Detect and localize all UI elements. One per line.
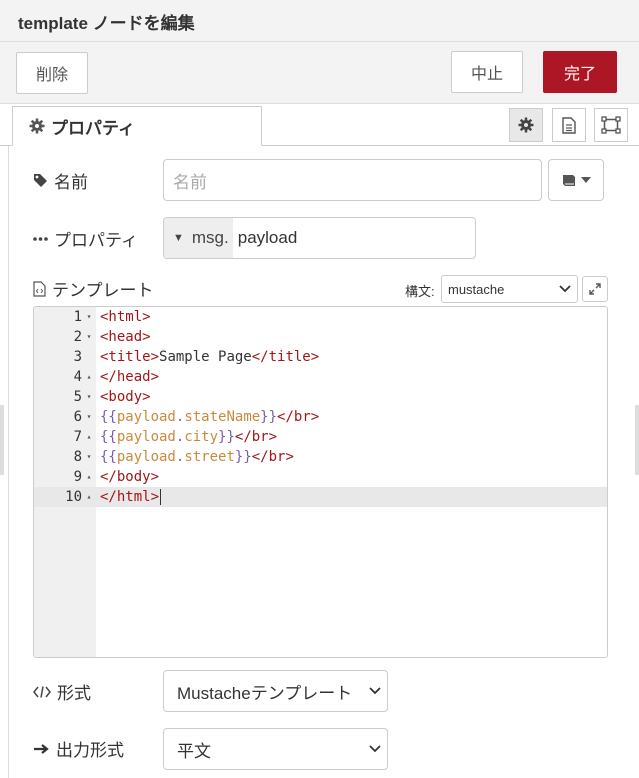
name-label-text: 名前 bbox=[54, 173, 88, 192]
dialog-toolbar: 削除 中止 完了 bbox=[0, 42, 639, 104]
arrow-right-icon bbox=[34, 743, 49, 754]
code-line[interactable]: 3 <title>Sample Page</title> bbox=[34, 347, 607, 367]
dialog-titlebar: template ノードを編集 bbox=[0, 0, 639, 42]
line-number: 5 bbox=[73, 389, 82, 405]
fold-close-icon[interactable]: ▴ bbox=[84, 467, 94, 487]
code-file-icon bbox=[33, 280, 46, 297]
cancel-button[interactable]: 中止 bbox=[451, 51, 523, 93]
gear-icon bbox=[518, 117, 534, 133]
tab-properties-label: プロパティ bbox=[51, 118, 135, 138]
gear-icon bbox=[29, 118, 45, 134]
chevron-down-icon bbox=[559, 285, 571, 293]
book-icon bbox=[563, 174, 575, 186]
code-icon bbox=[33, 685, 51, 698]
tab-description[interactable] bbox=[552, 108, 586, 142]
output-label-text: 出力形式 bbox=[56, 741, 124, 760]
property-type-text: msg. bbox=[191, 228, 229, 247]
code-text: </head> bbox=[100, 369, 160, 385]
resize-handle-left[interactable] bbox=[0, 405, 4, 475]
code-line[interactable]: 4 ▴ </head> bbox=[34, 367, 607, 387]
code-line[interactable]: 1 ▾ <html> bbox=[34, 307, 607, 327]
fold-open-icon[interactable]: ▾ bbox=[84, 447, 94, 467]
tag-icon bbox=[34, 174, 47, 187]
code-line[interactable]: 10 ▴ </html> bbox=[34, 487, 607, 507]
code-text: <body> bbox=[100, 389, 151, 405]
code-text: <title>Sample Page</title> bbox=[100, 349, 320, 365]
fold-close-icon[interactable]: ▴ bbox=[84, 487, 94, 507]
chevron-down-icon bbox=[369, 745, 381, 753]
expand-icon bbox=[589, 283, 601, 295]
tab-bar: プロパティ bbox=[0, 104, 639, 146]
code-text: {{payload.street}}</br> bbox=[100, 449, 294, 465]
code-line[interactable]: 5 ▾ <body> bbox=[34, 387, 607, 407]
fold-close-icon[interactable]: ▴ bbox=[84, 367, 94, 387]
code-line[interactable]: 7 ▴ {{payload.city}}</br> bbox=[34, 427, 607, 447]
format-label-text: 形式 bbox=[57, 684, 91, 703]
ellipsis-icon bbox=[33, 236, 48, 241]
format-select[interactable]: Mustacheテンプレート bbox=[163, 670, 388, 712]
code-line[interactable]: 2 ▾ <head> bbox=[34, 327, 607, 347]
property-label: プロパティ bbox=[33, 226, 138, 251]
code-text: {{payload.city}}</br> bbox=[100, 429, 278, 445]
output-select-value: 平文 bbox=[177, 741, 211, 761]
tab-appearance[interactable] bbox=[594, 108, 628, 142]
resize-handle-right[interactable] bbox=[635, 405, 639, 475]
tab-properties[interactable]: プロパティ bbox=[12, 106, 262, 146]
done-button[interactable]: 完了 bbox=[543, 51, 617, 93]
line-number: 1 bbox=[73, 309, 82, 325]
line-number: 8 bbox=[73, 449, 82, 465]
code-line[interactable]: 9 ▴ </body> bbox=[34, 467, 607, 487]
dialog-title: template ノードを編集 bbox=[18, 14, 195, 33]
node-library-button[interactable] bbox=[548, 159, 604, 201]
template-code-editor[interactable]: 1 ▾ <html> 2 ▾ <head> 3 <title>Sample Page</tit… bbox=[33, 306, 608, 658]
name-input-placeholder: 名前 bbox=[173, 172, 207, 192]
line-number: 3 bbox=[73, 349, 82, 365]
chevron-down-icon bbox=[369, 687, 381, 695]
tab-settings[interactable] bbox=[509, 108, 543, 142]
fold-open-icon[interactable]: ▾ bbox=[84, 407, 94, 427]
output-label: 出力形式 bbox=[33, 736, 124, 761]
text-cursor bbox=[160, 489, 162, 505]
line-number: 10 bbox=[65, 489, 82, 505]
delete-button[interactable]: 削除 bbox=[16, 52, 88, 94]
fold-close-icon[interactable]: ▴ bbox=[84, 427, 94, 447]
format-label: 形式 bbox=[33, 679, 91, 704]
line-number: 2 bbox=[73, 329, 82, 345]
code-text: <head> bbox=[100, 329, 151, 345]
code-text: </html> bbox=[100, 489, 162, 505]
property-type-selector[interactable]: ▼ msg. bbox=[164, 218, 233, 258]
name-label: 名前 bbox=[33, 168, 88, 193]
expand-editor-button[interactable] bbox=[582, 276, 608, 302]
property-input[interactable]: ▼ msg. payload bbox=[163, 217, 476, 259]
property-value: payload bbox=[237, 228, 298, 247]
property-label-text: プロパティ bbox=[54, 231, 138, 250]
format-select-value: Mustacheテンプレート bbox=[177, 683, 353, 703]
appearance-icon bbox=[601, 116, 621, 134]
code-text: </body> bbox=[100, 469, 160, 485]
template-label: テンプレート bbox=[33, 276, 154, 301]
syntax-label: 構文: bbox=[405, 284, 435, 299]
line-number: 4 bbox=[73, 369, 82, 385]
output-select[interactable]: 平文 bbox=[163, 728, 388, 770]
fold-open-icon[interactable]: ▾ bbox=[84, 307, 94, 327]
line-number: 7 bbox=[73, 429, 82, 445]
description-icon bbox=[562, 116, 576, 134]
syntax-select[interactable]: mustache bbox=[441, 275, 578, 303]
code-line[interactable]: 6 ▾ {{payload.stateName}}</br> bbox=[34, 407, 607, 427]
line-number: 9 bbox=[73, 469, 82, 485]
code-text: {{payload.stateName}}</br> bbox=[100, 409, 320, 425]
fold-open-icon[interactable]: ▾ bbox=[84, 327, 94, 347]
name-input[interactable]: 名前 bbox=[163, 159, 542, 201]
fold-open-icon[interactable]: ▾ bbox=[84, 387, 94, 407]
line-number: 6 bbox=[73, 409, 82, 425]
panel-border bbox=[8, 146, 9, 778]
syntax-select-value: mustache bbox=[448, 281, 505, 297]
code-line[interactable]: 8 ▾ {{payload.street}}</br> bbox=[34, 447, 607, 467]
chevron-down-icon bbox=[581, 177, 591, 183]
caret-down-icon: ▼ bbox=[173, 232, 184, 244]
template-label-text: テンプレート bbox=[52, 281, 154, 300]
code-text: <html> bbox=[100, 309, 151, 325]
